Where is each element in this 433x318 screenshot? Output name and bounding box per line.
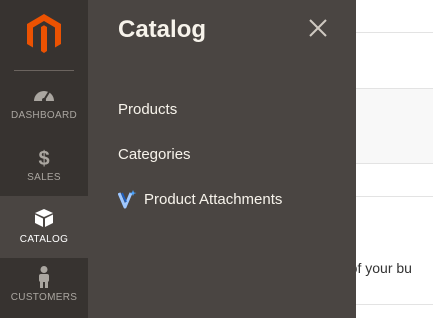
panel-title: Catalog <box>118 16 207 43</box>
catalog-submenu-panel: Catalog Products Categories Product Atta… <box>88 0 356 318</box>
dollar-icon: $ <box>0 146 88 170</box>
content-block <box>356 88 433 164</box>
nav-item-catalog[interactable]: CATALOG <box>0 196 88 258</box>
nav-item-customers[interactable]: CUSTOMERS <box>0 258 88 318</box>
nav-item-label: CUSTOMERS <box>10 292 78 303</box>
nav-item-label: DASHBOARD <box>10 110 78 121</box>
logo-divider <box>14 70 74 71</box>
menu-item-products[interactable]: Products <box>118 101 177 118</box>
page-text: d of your bu <box>356 260 412 276</box>
svg-text:$: $ <box>38 148 49 168</box>
divider <box>356 196 433 197</box>
divider <box>356 32 433 33</box>
menu-item-label: Product Attachments <box>144 190 283 208</box>
v-logo-icon <box>117 189 138 209</box>
nav-item-dashboard[interactable]: DASHBOARD <box>0 84 88 146</box>
divider <box>356 304 433 305</box>
admin-sidebar: DASHBOARD $ SALES CATALOG CUSTOMERS <box>0 0 88 318</box>
person-icon <box>0 266 88 288</box>
page-text-clip: d of your bu <box>356 250 433 280</box>
cube-icon <box>0 208 88 230</box>
close-icon[interactable] <box>309 19 327 37</box>
magento-logo-icon[interactable] <box>27 14 61 54</box>
nav-item-label: CATALOG <box>19 234 69 245</box>
speedometer-icon <box>0 84 88 106</box>
menu-item-categories[interactable]: Categories <box>118 146 191 163</box>
nav-item-label: SALES <box>27 172 61 183</box>
menu-item-product-attachments[interactable]: Product Attachments <box>117 189 283 209</box>
